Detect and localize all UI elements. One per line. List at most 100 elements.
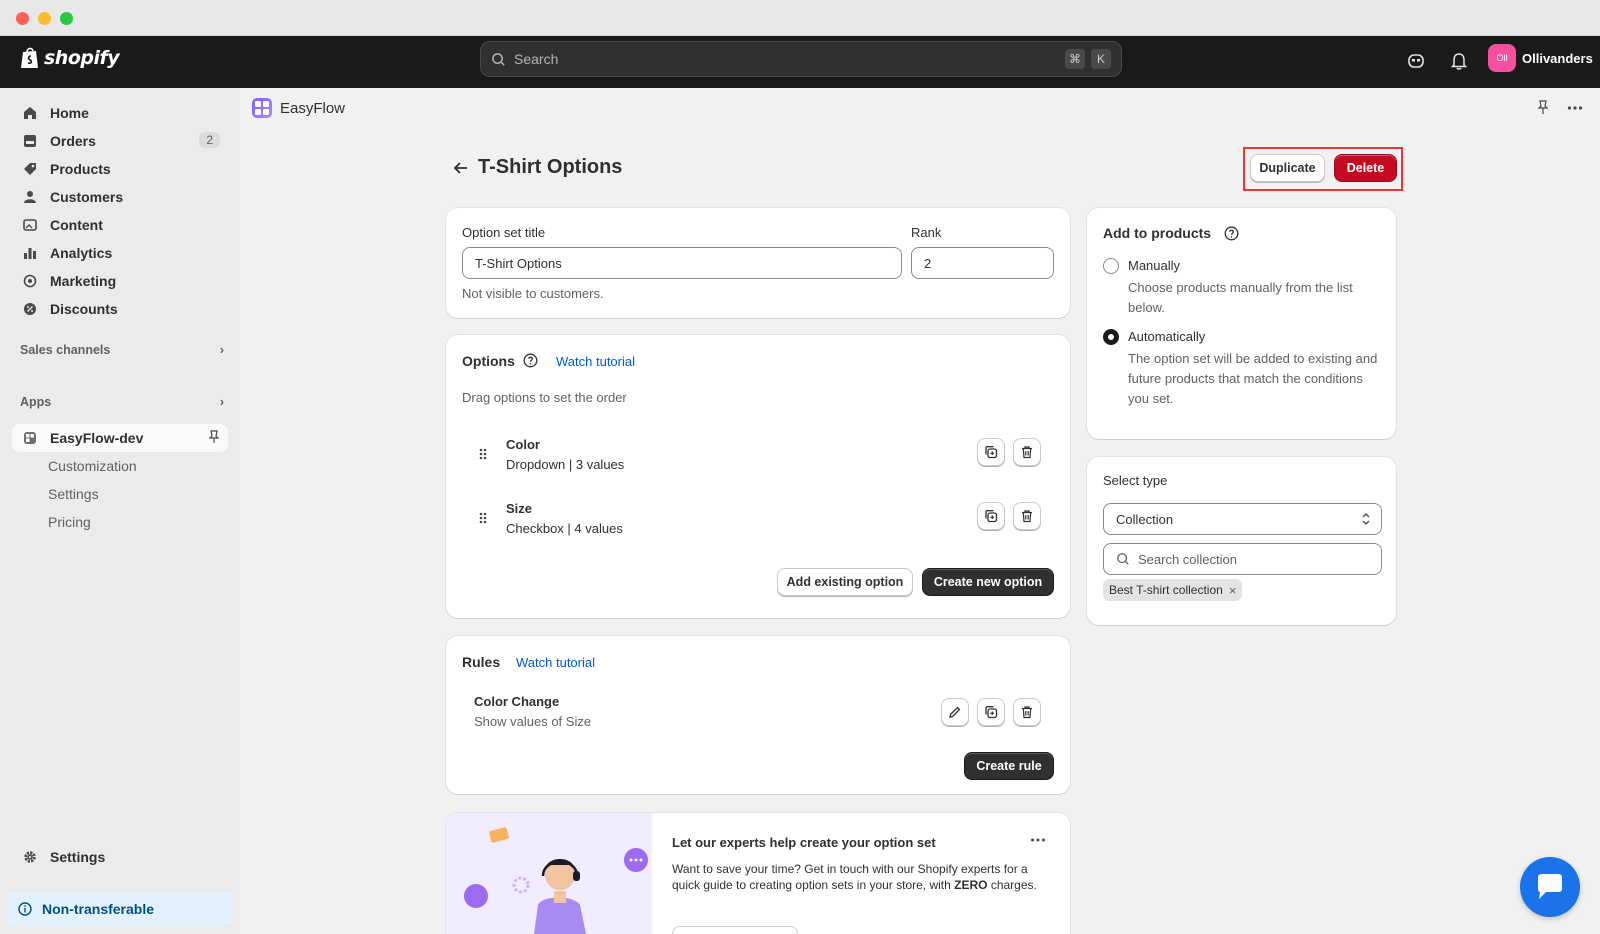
zoom-window-button[interactable] [60, 12, 73, 25]
manually-label: Manually [1128, 258, 1181, 273]
sales-channels-label: Sales channels [20, 343, 111, 357]
back-arrow-icon[interactable] [452, 159, 470, 177]
rules-card: Rules Watch tutorial Color Change Show v… [446, 636, 1070, 794]
sidebar-item-customers[interactable]: Customers [12, 183, 228, 211]
sidebar-item-settings[interactable]: Settings [12, 843, 228, 871]
drag-handle-icon[interactable] [478, 511, 488, 525]
logo-text: shopify [44, 47, 120, 69]
target-icon [22, 273, 38, 289]
minimize-window-button[interactable] [38, 12, 51, 25]
edit-rule-button[interactable] [941, 698, 969, 726]
sidebar-item-analytics[interactable]: Analytics [12, 239, 228, 267]
sidebar-item-label: Marketing [50, 273, 117, 289]
collection-type-select[interactable]: Collection [1103, 503, 1382, 535]
create-rule-button[interactable]: Create rule [964, 752, 1054, 780]
search-placeholder: Search [514, 51, 559, 67]
more-actions-icon[interactable] [1567, 100, 1583, 118]
sidebar-item-easyflow-dev[interactable]: EasyFlow-dev [12, 424, 228, 452]
sidebar-item-discounts[interactable]: Discounts [12, 295, 228, 323]
duplicate-option-button[interactable] [977, 438, 1005, 466]
automatically-radio[interactable] [1103, 329, 1119, 345]
copy-icon [985, 446, 998, 459]
support-agent-illustration [446, 813, 652, 934]
promo-cta-button[interactable] [672, 926, 798, 934]
chevron-right-icon: › [219, 395, 224, 409]
sales-channels-section[interactable]: Sales channels › [20, 343, 224, 357]
rules-watch-tutorial-link[interactable]: Watch tutorial [516, 655, 595, 670]
sidebar-item-orders[interactable]: Orders 2 [12, 127, 228, 155]
sidekick-icon[interactable] [1405, 50, 1427, 72]
option-item-name: Size [506, 501, 533, 516]
sidebar-item-label: Home [50, 105, 89, 121]
chat-icon [1538, 874, 1562, 899]
rank-input[interactable]: 2 [911, 247, 1054, 279]
sidebar-item-marketing[interactable]: Marketing [12, 267, 228, 295]
sidebar-item-content[interactable]: Content [12, 211, 228, 239]
options-card: Options Watch tutorial Drag options to s… [446, 335, 1070, 618]
sidebar-item-products[interactable]: Products [12, 155, 228, 183]
duplicate-button[interactable]: Duplicate [1250, 154, 1325, 182]
pin-icon[interactable] [208, 430, 220, 447]
easyflow-app-icon [22, 430, 38, 446]
sidebar-subitem-settings[interactable]: Settings [48, 486, 99, 502]
delete-option-button[interactable] [1013, 438, 1041, 466]
select-type-label: Select type [1103, 473, 1168, 488]
search-icon [1117, 553, 1129, 565]
chat-support-button[interactable] [1520, 857, 1580, 917]
select-chevron-icon [1362, 513, 1370, 525]
add-existing-option-button[interactable]: Add existing option [777, 568, 913, 596]
create-new-option-button[interactable]: Create new option [922, 568, 1054, 596]
pin-icon[interactable] [1537, 100, 1549, 118]
experts-promo-card: Let our experts help create your option … [446, 813, 1070, 934]
duplicate-option-button[interactable] [977, 502, 1005, 530]
search-collection-input[interactable]: Search collection [1103, 543, 1382, 575]
top-bar: shopify Search ⌘ K Oll Ollivanders [0, 36, 1600, 88]
apps-label: Apps [20, 395, 52, 409]
sidebar-subitem-pricing[interactable]: Pricing [48, 514, 91, 530]
shortcut-cmd-key: ⌘ [1065, 49, 1085, 69]
copy-icon [985, 510, 998, 523]
option-set-title-input[interactable]: T-Shirt Options [462, 247, 902, 279]
duplicate-rule-button[interactable] [977, 698, 1005, 726]
easyflow-logo-icon [252, 98, 272, 118]
options-watch-tutorial-link[interactable]: Watch tutorial [556, 354, 635, 369]
sidebar-item-label: Customers [50, 189, 124, 205]
sidebar-item-label: Analytics [50, 245, 113, 261]
sidebar-item-label: Discounts [50, 301, 118, 317]
options-hint: Drag options to set the order [462, 390, 627, 405]
promo-body-emphasis: ZERO [954, 878, 988, 892]
global-search-input[interactable]: Search ⌘ K [480, 41, 1122, 77]
manually-help: Choose products manually from the list b… [1128, 280, 1353, 315]
promo-more-actions-icon[interactable] [1030, 831, 1046, 846]
shopify-logo[interactable]: shopify [20, 46, 120, 70]
drag-handle-icon[interactable] [478, 447, 488, 461]
headset-person-illustration [464, 827, 648, 934]
apps-section[interactable]: Apps › [20, 395, 224, 409]
app-header: EasyFlow [252, 98, 345, 118]
delete-option-button[interactable] [1013, 502, 1041, 530]
manually-radio[interactable] [1103, 258, 1119, 274]
remove-tag-icon[interactable]: × [1229, 583, 1237, 598]
rules-title: Rules [462, 654, 501, 670]
sidebar-item-home[interactable]: Home [12, 99, 228, 127]
select-value: Collection [1116, 511, 1174, 527]
pencil-icon [949, 706, 961, 718]
help-circle-icon[interactable] [1224, 226, 1239, 241]
add-to-products-title: Add to products [1103, 225, 1212, 241]
store-menu[interactable]: Oll Ollivanders [1488, 44, 1593, 72]
close-window-button[interactable] [16, 12, 29, 25]
chart-icon [22, 245, 38, 261]
delete-button[interactable]: Delete [1334, 154, 1397, 182]
help-circle-icon[interactable] [523, 353, 538, 368]
non-transferable-banner[interactable]: Non-transferable [8, 891, 232, 927]
delete-rule-button[interactable] [1013, 698, 1041, 726]
person-icon [22, 189, 38, 205]
non-transferable-label: Non-transferable [42, 901, 155, 917]
window-titlebar [0, 0, 1600, 36]
app-header-actions [1537, 100, 1583, 118]
select-type-card: Select type Collection Search collection… [1087, 457, 1396, 625]
add-to-products-card: Add to products Manually Choose products… [1087, 208, 1396, 439]
sidebar-subitem-customization[interactable]: Customization [48, 458, 137, 474]
content-icon [22, 217, 38, 233]
notifications-bell-icon[interactable] [1448, 50, 1470, 72]
